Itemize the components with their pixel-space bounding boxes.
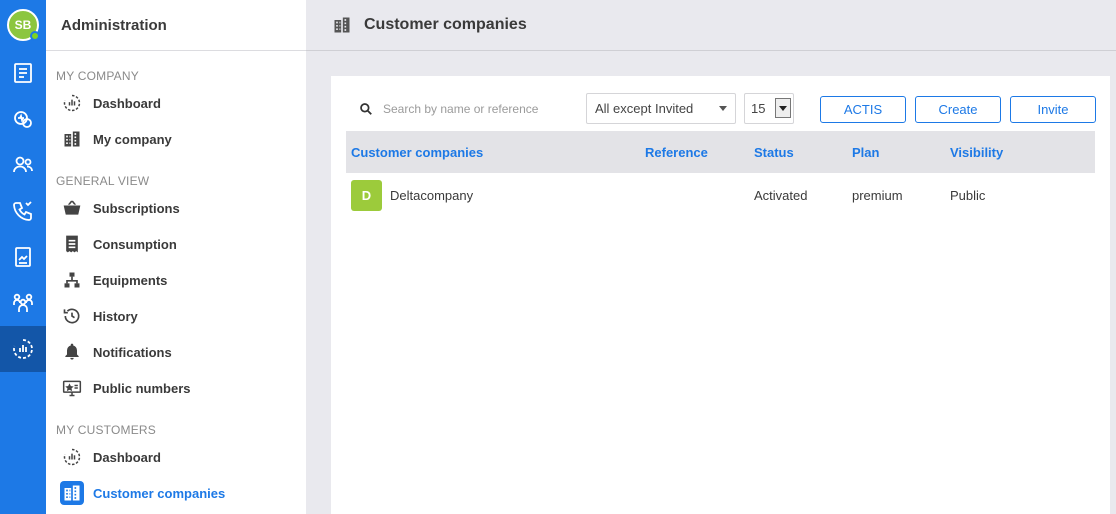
create-button[interactable]: Create (915, 96, 1001, 123)
dashboard-icon (63, 94, 81, 112)
visibility-cell: Public (950, 187, 986, 203)
status-filter-select[interactable]: All except Invited (586, 93, 736, 124)
sidebar-item-label: Dashboard (93, 449, 161, 465)
phone-icon (13, 201, 32, 221)
basket-icon (63, 200, 81, 215)
rail-news-button[interactable] (0, 50, 46, 96)
rail-admin-dashboard-button[interactable] (0, 326, 46, 372)
table-row[interactable]: D Deltacompany Activated premium Public (346, 176, 1095, 214)
users-icon (13, 156, 33, 173)
rail-phone-button[interactable] (0, 188, 46, 234)
building-icon (334, 17, 350, 33)
sidebar-item-label: Subscriptions (93, 200, 180, 216)
invite-button[interactable]: Invite (1010, 96, 1096, 123)
sidebar-item-label: Customer companies (93, 485, 226, 501)
admin-dashboard-icon (13, 339, 33, 359)
chevron-down-icon (779, 105, 787, 111)
plan-cell: premium (852, 187, 903, 203)
admin-sidebar: Administration MY COMPANY Dashboard My c… (46, 0, 306, 514)
news-icon (14, 63, 32, 83)
online-status-indicator (30, 31, 40, 41)
user-avatar[interactable]: SB (7, 9, 40, 41)
sidebar-item-public-numbers[interactable]: Public numbers (60, 374, 300, 402)
sidebar-title: Administration (46, 0, 306, 51)
search-input[interactable] (383, 102, 553, 116)
user-initials: SB (14, 18, 32, 32)
status-cell: Activated (754, 187, 808, 203)
sidebar-item-equipments[interactable]: Equipments (60, 266, 300, 294)
sidebar-item-consumption[interactable]: Consumption (60, 230, 300, 258)
building-icon (64, 485, 80, 501)
sidebar-item-label: Consumption (93, 236, 177, 252)
sidebar-item-label: Public numbers (93, 380, 191, 396)
app-rail: SB (0, 0, 46, 514)
search-icon (360, 103, 372, 115)
rail-groups-button[interactable] (0, 280, 46, 326)
rail-users-button[interactable] (0, 142, 46, 188)
page-header: Customer companies (306, 0, 1116, 51)
column-header-status[interactable]: Status (754, 131, 794, 173)
actis-button[interactable]: ACTIS (820, 96, 906, 123)
sidebar-item-label: Dashboard (93, 95, 161, 111)
sidebar-item-label: History (93, 308, 138, 324)
document-icon (15, 247, 31, 267)
sidebar-item-label: My company (93, 131, 172, 147)
page-title: Customer companies (364, 16, 527, 33)
column-header-reference[interactable]: Reference (645, 131, 708, 173)
column-header-visibility[interactable]: Visibility (950, 131, 1003, 173)
section-my-customers: MY CUSTOMERS (56, 423, 156, 437)
bell-icon (65, 343, 79, 360)
column-header-plan[interactable]: Plan (852, 131, 879, 173)
page-size-dropdown-button[interactable] (775, 98, 791, 118)
history-icon (63, 308, 80, 324)
section-general-view: GENERAL VIEW (56, 174, 150, 188)
public-number-icon (62, 380, 82, 397)
status-filter-value: All except Invited (595, 101, 694, 116)
dashboard-icon (63, 448, 81, 466)
sidebar-item-history[interactable]: History (60, 302, 300, 330)
companies-card: All except Invited 15 ACTIS Create Invit… (331, 76, 1110, 514)
company-name[interactable]: Deltacompany (390, 188, 473, 203)
building-icon (64, 131, 80, 147)
section-my-company: MY COMPANY (56, 69, 139, 83)
page-size-select[interactable]: 15 (744, 93, 794, 124)
sidebar-item-notifications[interactable]: Notifications (60, 338, 300, 366)
groups-icon (13, 293, 33, 312)
sidebar-item-my-company[interactable]: My company (60, 125, 300, 153)
sidebar-item-customers-dashboard[interactable]: Dashboard (60, 443, 300, 471)
network-icon (14, 111, 32, 128)
sidebar-item-label: Notifications (93, 344, 172, 360)
company-cell: D Deltacompany (351, 176, 473, 214)
search-box (359, 98, 559, 120)
receipt-icon (66, 235, 78, 253)
rail-document-button[interactable] (0, 234, 46, 280)
table-header: Customer companies Reference Status Plan… (346, 131, 1095, 173)
company-initial-badge: D (351, 179, 382, 211)
column-header-customer-companies[interactable]: Customer companies (351, 131, 483, 173)
page-size-value: 15 (751, 101, 766, 116)
chevron-down-icon (719, 106, 727, 111)
sidebar-item-label: Equipments (93, 272, 168, 288)
sidebar-item-dashboard[interactable]: Dashboard (60, 89, 300, 117)
rail-network-button[interactable] (0, 96, 46, 142)
hierarchy-icon (64, 272, 80, 288)
sidebar-item-subscriptions[interactable]: Subscriptions (60, 194, 300, 222)
sidebar-item-customer-companies[interactable]: Customer companies (60, 479, 300, 507)
